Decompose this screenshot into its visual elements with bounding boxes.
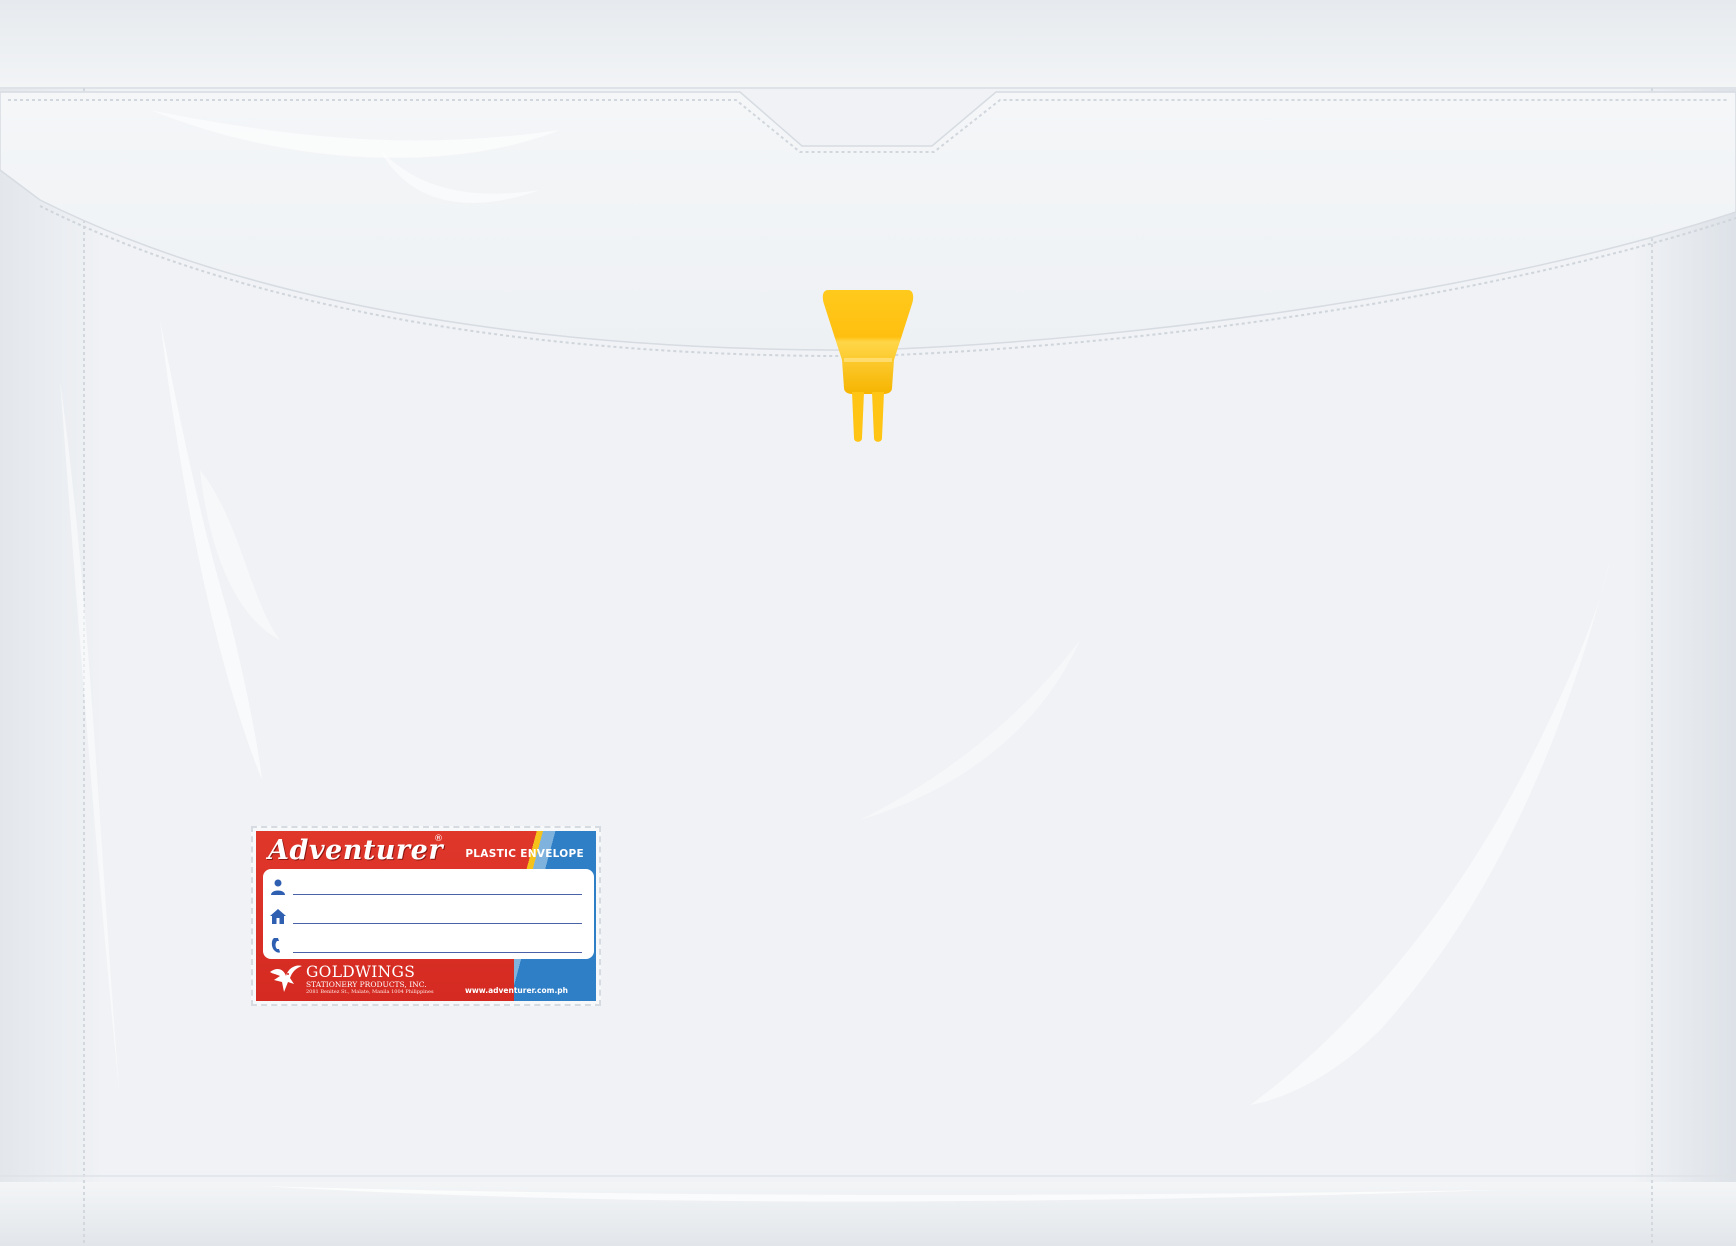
envelope-image: Adventurer ® PLASTIC ENVELOPE GOLDWINGS … <box>0 0 1736 1246</box>
envelope-bottom-band <box>0 1182 1736 1246</box>
person-icon <box>271 879 285 895</box>
envelope-top-band <box>0 0 1736 88</box>
label-background: Adventurer ® PLASTIC ENVELOPE GOLDWINGS … <box>256 831 596 1001</box>
website-link[interactable]: www.adventurer.com.ph <box>465 986 568 995</box>
registered-mark: ® <box>434 834 443 844</box>
company-subtitle: STATIONERY PRODUCTS, INC. <box>306 980 427 989</box>
name-field[interactable] <box>263 871 594 899</box>
phone-write-line <box>293 952 582 953</box>
house-icon <box>270 909 286 924</box>
phone-field[interactable] <box>263 929 594 957</box>
plastic-envelope <box>0 0 1736 1246</box>
brand-name: Adventurer <box>268 835 444 866</box>
string-tie-clasp-icon[interactable] <box>822 288 914 446</box>
address-field[interactable] <box>263 900 594 928</box>
company-name: GOLDWINGS <box>306 963 416 981</box>
label-form <box>263 869 594 959</box>
address-label: Adventurer ® PLASTIC ENVELOPE GOLDWINGS … <box>251 826 601 1006</box>
phone-icon <box>271 938 280 953</box>
product-type: PLASTIC ENVELOPE <box>465 848 584 860</box>
name-write-line <box>293 894 582 895</box>
company-address: 2081 Benitez St., Malate, Manila 1004 Ph… <box>306 989 434 995</box>
address-write-line <box>293 923 582 924</box>
eagle-icon <box>270 965 302 992</box>
